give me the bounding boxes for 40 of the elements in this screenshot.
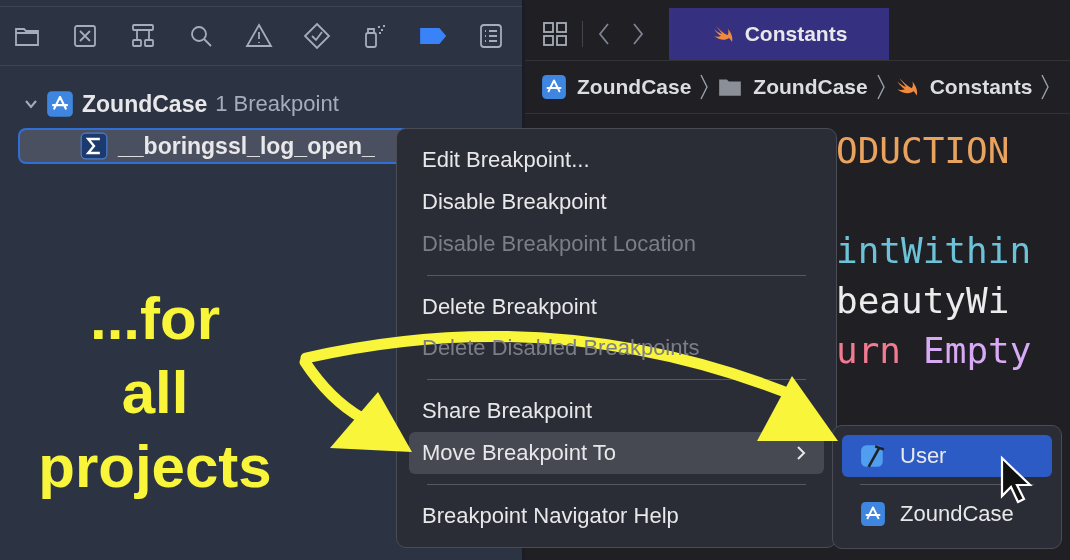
submenu-chevron-icon [796, 445, 806, 462]
menu-item[interactable]: Move Breakpoint To [409, 432, 824, 475]
breadcrumb-item[interactable]: ZoundCase [541, 74, 692, 100]
chevron-icon [699, 73, 710, 101]
app-project-icon [541, 74, 567, 100]
annotation-text: ...for [90, 284, 220, 354]
chevron-icon [1040, 73, 1051, 101]
breadcrumb-item[interactable]: ZoundCase [717, 74, 868, 100]
forward-chevron-icon[interactable] [631, 21, 645, 47]
menu-item[interactable]: Share Breakpoint [409, 390, 824, 433]
menu-item[interactable]: Breakpoint Navigator Help [409, 495, 824, 538]
menu-item[interactable]: Disable Breakpoint [409, 180, 824, 223]
menu-item[interactable]: ZoundCase [842, 493, 1052, 535]
cross-box-icon[interactable] [71, 22, 99, 50]
back-chevron-icon[interactable] [597, 21, 611, 47]
code-token: ODUCTION [836, 129, 1010, 173]
grid-icon[interactable] [542, 21, 568, 47]
code-token: Empty [923, 329, 1032, 373]
list-icon[interactable] [477, 22, 505, 50]
app-project-icon [46, 90, 74, 118]
chevron-icon [875, 73, 886, 101]
menu-item[interactable]: User [842, 435, 1052, 477]
code-token: beautyWi [836, 279, 1010, 323]
breadcrumb-item[interactable]: Constants [893, 74, 1033, 100]
warning-icon[interactable] [245, 22, 273, 50]
annotation-text: all [121, 358, 189, 428]
mouse-cursor-icon [1000, 455, 1033, 504]
code-token: urn [836, 329, 902, 373]
annotation-text: projects [38, 432, 272, 502]
diamond-check-icon[interactable] [303, 22, 331, 50]
breakpoint-count: 1 Breakpoint [215, 91, 339, 117]
code-token: intWithin [836, 229, 1032, 273]
menu-item[interactable]: Delete Breakpoint [409, 285, 824, 328]
breakpoint-name: __boringssl_log_open_ [118, 132, 375, 160]
sigma-icon [80, 132, 108, 160]
editor-tab[interactable]: Constants [669, 8, 889, 60]
hierarchy-icon[interactable] [129, 22, 157, 50]
hammer-app-icon [860, 443, 886, 469]
project-name: ZoundCase [82, 90, 208, 118]
app-project-icon [860, 501, 886, 527]
